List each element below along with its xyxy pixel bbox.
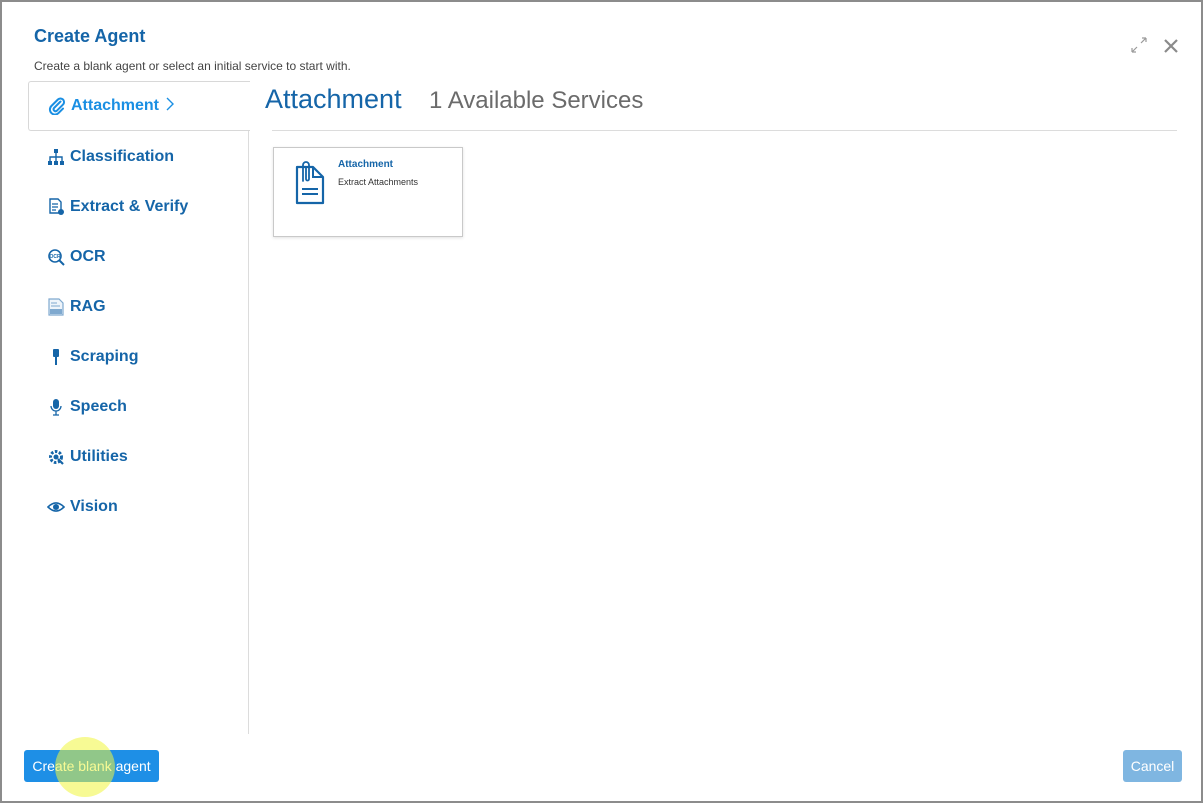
sidebar-item-vision[interactable]: Vision: [28, 483, 248, 531]
hierarchy-icon: [47, 148, 65, 166]
sidebar-item-label: Extract & Verify: [70, 198, 189, 215]
service-category-sidebar: Attachment Classification Extract & Veri…: [28, 81, 250, 734]
sidebar-item-label: Scraping: [70, 348, 139, 365]
attachment-document-icon: [295, 161, 325, 205]
create-agent-dialog: Create Agent Create a blank agent or sel…: [0, 0, 1203, 803]
dialog-subtitle: Create a blank agent or select an initia…: [34, 59, 351, 73]
card-title: Attachment: [338, 159, 394, 170]
sidebar-item-label: OCR: [70, 248, 106, 265]
sidebar-item-label: Utilities: [70, 448, 128, 465]
sidebar-item-utilities[interactable]: Utilities: [28, 433, 248, 481]
divider: [272, 130, 1177, 131]
sidebar-item-rag[interactable]: RAG: [28, 283, 248, 331]
sidebar-item-speech[interactable]: Speech: [28, 383, 248, 431]
eye-icon: [47, 498, 65, 516]
sidebar-item-label: Classification: [70, 148, 175, 165]
chevron-right-icon: [165, 97, 175, 116]
paperclip-icon: [48, 97, 66, 115]
card-description: Extract Attachments: [338, 177, 419, 187]
cancel-button[interactable]: Cancel: [1123, 750, 1182, 782]
available-services-count: 1 Available Services: [429, 87, 644, 114]
brush-icon: [47, 348, 65, 366]
sidebar-item-attachment[interactable]: Attachment: [28, 81, 250, 131]
sidebar-item-scraping[interactable]: Scraping: [28, 333, 248, 381]
close-icon[interactable]: [1162, 37, 1180, 55]
sidebar-item-extract-verify[interactable]: Extract & Verify: [28, 183, 248, 231]
sidebar-item-label: Vision: [70, 498, 118, 515]
rag-document-icon: [47, 298, 65, 316]
document-check-icon: [47, 198, 65, 216]
sidebar-item-classification[interactable]: Classification: [28, 133, 248, 181]
sidebar-item-ocr[interactable]: OCR OCR: [28, 233, 248, 281]
create-blank-agent-button[interactable]: Create blank agent: [24, 750, 159, 782]
sidebar-item-label: RAG: [70, 298, 106, 315]
gear-wrench-icon: [47, 448, 65, 466]
ocr-search-icon: OCR: [47, 248, 65, 266]
section-title: Attachment: [265, 84, 402, 114]
expand-icon[interactable]: [1130, 36, 1148, 54]
sidebar-item-label: Attachment: [71, 97, 160, 114]
service-card-attachment[interactable]: Attachment Extract Attachments: [273, 147, 463, 237]
microphone-icon: [47, 398, 65, 416]
sidebar-item-label: Speech: [70, 398, 127, 415]
svg-text:OCR: OCR: [49, 254, 61, 260]
dialog-title: Create Agent: [34, 26, 146, 46]
